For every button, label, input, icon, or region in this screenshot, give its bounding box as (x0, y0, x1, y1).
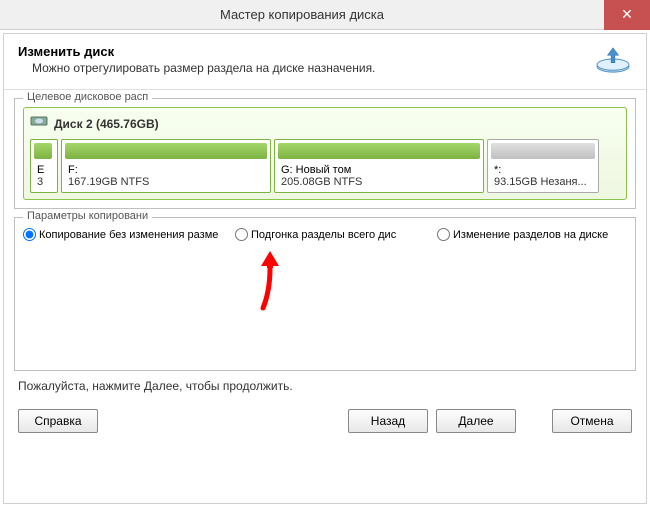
hdd-icon (30, 114, 48, 133)
radio-input[interactable] (23, 228, 36, 241)
page-subtitle: Можно отрегулировать размер раздела на д… (32, 61, 375, 75)
radio-input[interactable] (235, 228, 248, 241)
radio-label: Подгонка разделы всего дис (251, 229, 396, 241)
gap (524, 409, 544, 433)
page-title: Изменить диск (18, 44, 375, 59)
disk-panel[interactable]: Диск 2 (465.76GB) E 3 F: 167.19GB NTFS (23, 107, 627, 200)
partition-item[interactable]: *: 93.15GB Незаня... (487, 139, 599, 193)
copy-options-legend: Параметры копировани (23, 210, 152, 222)
button-row: Справка Назад Далее Отмена (4, 399, 646, 443)
radio-input[interactable] (437, 228, 450, 241)
window-title: Мастер копирования диска (0, 7, 604, 22)
target-disk-group: Целевое дисковое расп Диск 2 (465.76GB) … (14, 98, 636, 209)
partition-item[interactable]: F: 167.19GB NTFS (61, 139, 271, 193)
partition-label: E (37, 164, 51, 176)
help-button[interactable]: Справка (18, 409, 98, 433)
arrow-annotation-icon (255, 246, 285, 321)
next-button[interactable]: Далее (436, 409, 516, 433)
content: Изменить диск Можно отрегулировать разме… (3, 33, 647, 504)
hint-text: Пожалуйста, нажмите Далее, чтобы продолж… (18, 379, 632, 393)
partition-label: F: (68, 164, 264, 176)
copy-options-group: Параметры копировани Копирование без изм… (14, 217, 636, 371)
disk-label: Диск 2 (465.76GB) (54, 117, 159, 131)
partition-bar (491, 143, 595, 159)
partition-label: G: Новый том (281, 164, 477, 176)
target-disk-legend: Целевое дисковое расп (23, 91, 152, 103)
partition-bar (34, 143, 52, 159)
radio-edit-partitions[interactable]: Изменение разделов на диске (437, 228, 627, 241)
radio-label: Изменение разделов на диске (453, 229, 608, 241)
partition-item[interactable]: E 3 (30, 139, 58, 193)
radio-label: Копирование без изменения разме (39, 229, 218, 241)
close-icon: ✕ (621, 6, 633, 23)
radio-fit-partitions[interactable]: Подгонка разделы всего дис (235, 228, 435, 241)
partition-size: 3 (37, 176, 51, 188)
disk-wizard-icon (594, 44, 632, 79)
partition-item[interactable]: G: Новый том 205.08GB NTFS (274, 139, 484, 193)
partition-bar (278, 143, 480, 159)
cancel-button[interactable]: Отмена (552, 409, 632, 433)
disk-title-row: Диск 2 (465.76GB) (30, 114, 620, 133)
partition-size: 93.15GB Незаня... (494, 176, 592, 188)
partitions-row: E 3 F: 167.19GB NTFS G: Новый том 205. (30, 139, 620, 193)
partition-bar (65, 143, 267, 159)
header-text: Изменить диск Можно отрегулировать разме… (18, 44, 375, 75)
radio-row: Копирование без изменения разме Подгонка… (23, 228, 627, 241)
partition-label: *: (494, 164, 592, 176)
spacer (106, 409, 340, 433)
titlebar: Мастер копирования диска ✕ (0, 0, 650, 30)
back-button[interactable]: Назад (348, 409, 428, 433)
close-button[interactable]: ✕ (604, 0, 650, 30)
partition-size: 167.19GB NTFS (68, 176, 264, 188)
header-section: Изменить диск Можно отрегулировать разме… (4, 34, 646, 90)
radio-copy-no-resize[interactable]: Копирование без изменения разме (23, 228, 233, 241)
partition-size: 205.08GB NTFS (281, 176, 477, 188)
